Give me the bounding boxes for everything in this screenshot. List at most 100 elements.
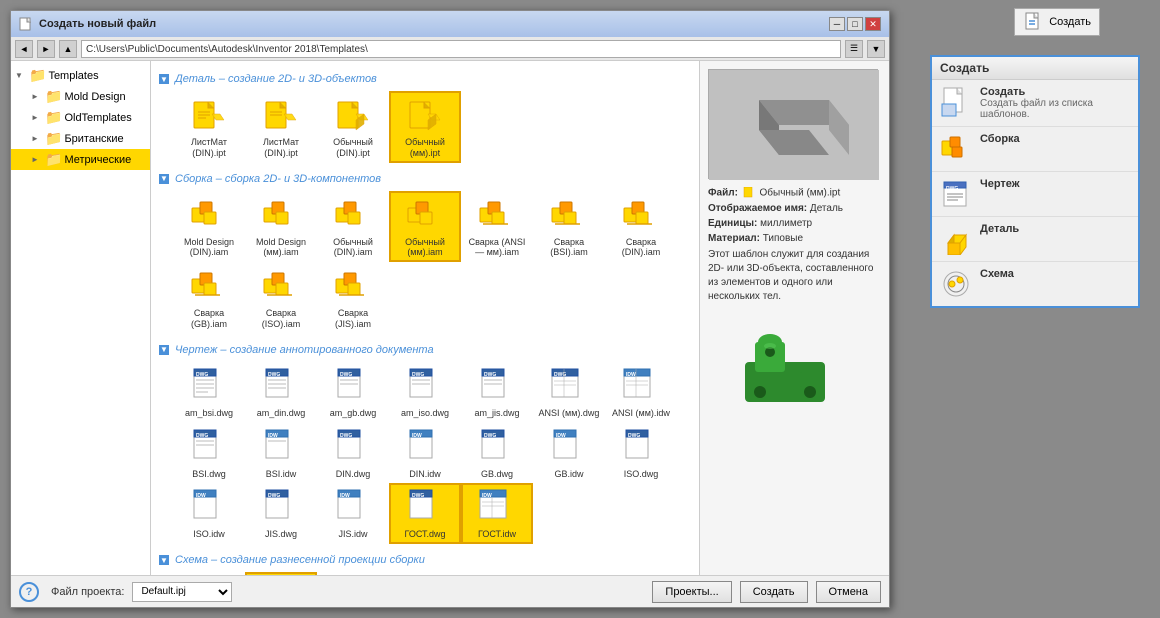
create-file-button[interactable]: Создать — [740, 581, 808, 603]
file-ansi-mm-dwg[interactable]: DWG ANSI (мм).dwg — [535, 364, 603, 421]
file-ordinary-mm[interactable]: Обычный (мм).ipt — [391, 93, 459, 161]
maximize-button[interactable]: □ — [847, 17, 863, 31]
section-toggle-part[interactable]: ▼ — [159, 74, 169, 84]
part-item-title: Деталь — [980, 223, 1019, 235]
preview-panel: Файл: Обычный (мм).ipt Отображаемое имя:… — [699, 61, 889, 575]
file-jis-dwg[interactable]: DWG JIS.dwg — [247, 485, 315, 542]
close-button[interactable]: ✕ — [865, 17, 881, 31]
file-gost-idw[interactable]: IDW ГОСТ.idw — [463, 485, 531, 542]
file-ordinary-din[interactable]: Обычный (DIN).ipt — [319, 93, 387, 161]
svg-text:DWG: DWG — [340, 433, 352, 439]
drawing-icon: DWG — [940, 178, 972, 210]
preview-material-info: Материал: Типовые — [708, 233, 881, 244]
up-button[interactable]: ▲ — [59, 40, 77, 58]
file-listmat-din1[interactable]: ЛистМат (DIN).ipt — [175, 93, 243, 161]
cancel-button[interactable]: Отмена — [816, 581, 881, 603]
projects-button[interactable]: Проекты... — [652, 581, 731, 603]
svg-text:IDW: IDW — [412, 433, 422, 439]
file-bsi-idw[interactable]: IDW BSI.idw — [247, 425, 315, 482]
file-iso-idw[interactable]: IDW ISO.idw — [175, 485, 243, 542]
tree-item-templates[interactable]: ▼ 📁 Templates — [11, 65, 150, 86]
part-icon — [940, 223, 972, 255]
right-panel-schema[interactable]: Схема — [932, 262, 1138, 306]
svg-text:IDW: IDW — [196, 493, 206, 499]
file-am-din[interactable]: DWG am_din.dwg — [247, 364, 315, 421]
tree-item-metric[interactable]: ► 📁 Метрические — [11, 149, 150, 170]
file-mold-mm[interactable]: Mold Design (мм).iam — [247, 193, 315, 261]
file-weld-ansi[interactable]: Сварка (ANSI — мм).iam — [463, 193, 531, 261]
section-title-ipn[interactable]: Схема – создание разнесенной проекции сб… — [175, 554, 425, 566]
svg-text:DWG: DWG — [268, 493, 280, 499]
file-weld-din[interactable]: Сварка (DIN).iam — [607, 193, 675, 261]
folder-icon-mold: 📁 — [45, 88, 62, 105]
right-panel-drawing[interactable]: DWG Чертеж — [932, 172, 1138, 217]
file-am-gb[interactable]: DWG am_gb.dwg — [319, 364, 387, 421]
preview-display-info: Отображаемое имя: Деталь — [708, 203, 881, 214]
file-am-iso[interactable]: DWG am_iso.dwg — [391, 364, 459, 421]
address-path[interactable]: C:\Users\Public\Documents\Autodesk\Inven… — [81, 40, 841, 58]
content-split: ▼ Деталь – создание 2D- и 3D-объектов — [151, 61, 889, 575]
icon-grid-dwg: DWG am_bsi.dwg — [159, 364, 691, 542]
template-list: ▼ Деталь – создание 2D- и 3D-объектов — [151, 61, 699, 575]
top-create-label: Создать — [1049, 16, 1091, 28]
main-dialog: Создать новый файл ─ □ ✕ ◄ ► ▲ C:\Users\… — [10, 10, 890, 608]
file-ord-din-iam[interactable]: Обычный (DIN).iam — [319, 193, 387, 261]
view-button[interactable]: ☰ — [845, 40, 863, 58]
part-3d-svg — [735, 322, 855, 422]
section-title-part[interactable]: Деталь – создание 2D- и 3D-объектов — [175, 73, 377, 85]
file-jis-idw[interactable]: IDW JIS.idw — [319, 485, 387, 542]
file-weld-iso[interactable]: Сварка (ISO).iam — [247, 264, 315, 332]
forward-button[interactable]: ► — [37, 40, 55, 58]
help-button[interactable]: ? — [19, 582, 39, 602]
file-gb-dwg[interactable]: DWG GB.dwg — [463, 425, 531, 482]
project-select[interactable]: Default.ipj — [132, 582, 232, 602]
file-din-idw[interactable]: IDW DIN.idw — [391, 425, 459, 482]
section-toggle-asm[interactable]: ▼ — [159, 174, 169, 184]
file-din-dwg[interactable]: DWG DIN.dwg — [319, 425, 387, 482]
file-am-jis[interactable]: DWG am_jis.dwg — [463, 364, 531, 421]
file-gost-dwg[interactable]: DWG ГОСТ.dwg — [391, 485, 459, 542]
file-mold-din[interactable]: Mold Design (DIN).iam — [175, 193, 243, 261]
section-title-dwg[interactable]: Чертеж – создание аннотированного докуме… — [175, 344, 434, 356]
create-item-desc: Создать файл из списка шаблонов. — [980, 98, 1130, 120]
right-panel-header: Создать — [932, 57, 1138, 80]
project-label: Файл проекта: — [51, 586, 124, 598]
svg-text:DWG: DWG — [484, 433, 496, 439]
file-weld-jis[interactable]: Сварка (JIS).iam — [319, 264, 387, 332]
dialog-title: Создать новый файл — [39, 18, 156, 30]
folder-open-icon: 📁 — [29, 67, 46, 84]
tree-item-old[interactable]: ► 📁 OldTemplates — [11, 107, 150, 128]
file-type-icon — [743, 187, 755, 199]
section-toggle-dwg[interactable]: ▼ — [159, 345, 169, 355]
back-button[interactable]: ◄ — [15, 40, 33, 58]
file-weld-bsi[interactable]: Сварка (BSI).iam — [535, 193, 603, 261]
svg-text:IDW: IDW — [556, 433, 566, 439]
tree-item-british[interactable]: ► 📁 Британские — [11, 128, 150, 149]
right-panel-title: Создать — [940, 61, 989, 75]
preview-3d-placeholder — [709, 70, 879, 180]
title-bar-icon — [19, 17, 35, 31]
section-header-asm: ▼ Сборка – сборка 2D- и 3D-компонентов — [159, 173, 691, 185]
section-toggle-ipn[interactable]: ▼ — [159, 555, 169, 565]
file-am-bsi[interactable]: DWG am_bsi.dwg — [175, 364, 243, 421]
right-panel-assembly[interactable]: Сборка — [932, 127, 1138, 172]
section-header-dwg: ▼ Чертеж – создание аннотированного доку… — [159, 344, 691, 356]
section-title-asm[interactable]: Сборка – сборка 2D- и 3D-компонентов — [175, 173, 381, 185]
file-listmat-din2[interactable]: ЛистМат (DIN).ipt — [247, 93, 315, 161]
file-gb-idw[interactable]: IDW GB.idw — [535, 425, 603, 482]
svg-text:DWG: DWG — [628, 433, 640, 439]
dropdown-button[interactable]: ▼ — [867, 40, 885, 58]
file-ord-mm-iam[interactable]: Обычный (мм).iam — [391, 193, 459, 261]
svg-text:DWG: DWG — [484, 372, 496, 378]
right-panel-part[interactable]: Деталь — [932, 217, 1138, 262]
file-ansi-mm-idw[interactable]: IDW ANSI (мм).idw — [607, 364, 675, 421]
file-weld-gb[interactable]: Сварка (GB).iam — [175, 264, 243, 332]
right-panel-create[interactable]: Создать Создать файл из списка шаблонов. — [932, 80, 1138, 127]
schema-item-title: Схема — [980, 268, 1014, 280]
file-iso-dwg[interactable]: DWG ISO.dwg — [607, 425, 675, 482]
create-item-title: Создать — [980, 86, 1130, 98]
tree-item-mold[interactable]: ► 📁 Mold Design — [11, 86, 150, 107]
top-create-button[interactable]: Создать — [1014, 8, 1100, 36]
file-bsi-dwg[interactable]: DWG BSI.dwg — [175, 425, 243, 482]
minimize-button[interactable]: ─ — [829, 17, 845, 31]
